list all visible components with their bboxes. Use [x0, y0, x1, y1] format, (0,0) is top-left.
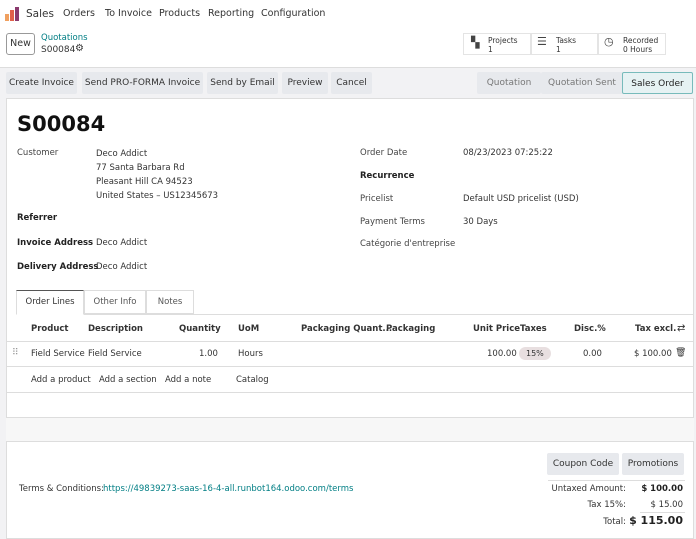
- stage-quotation[interactable]: Quotation: [477, 72, 541, 94]
- divider: [6, 392, 694, 393]
- tax-label: Tax 15%:: [587, 500, 626, 510]
- send-proforma-button[interactable]: Send PRO-FORMA Invoice: [82, 72, 203, 94]
- row-description[interactable]: Field Service: [88, 349, 142, 359]
- stage-sales-order[interactable]: Sales Order: [622, 72, 693, 94]
- pricelist-field[interactable]: Default USD pricelist (USD): [463, 194, 579, 204]
- gear-icon[interactable]: ⚙: [75, 43, 84, 54]
- divider: [6, 341, 694, 342]
- nav-configuration[interactable]: Configuration: [261, 8, 325, 19]
- tax-amount: $ 15.00: [650, 500, 683, 510]
- order-date-field[interactable]: 08/23/2023 07:25:22: [463, 148, 553, 158]
- total-amount: $ 115.00: [629, 514, 683, 527]
- order-title: S00084: [17, 112, 106, 136]
- stage-quotation-sent[interactable]: Quotation Sent: [541, 72, 623, 94]
- tasks-icon: ☰: [537, 35, 547, 48]
- recurrence-label: Recurrence: [360, 171, 415, 181]
- col-taxes[interactable]: Taxes: [520, 324, 547, 334]
- cancel-button[interactable]: Cancel: [331, 72, 372, 94]
- row-subtotal: $ 100.00: [634, 349, 672, 359]
- stat-label: Projects: [488, 36, 518, 45]
- new-button[interactable]: New: [6, 33, 35, 55]
- categorie-label: Catégorie d'entreprise: [360, 239, 456, 249]
- payment-terms-label: Payment Terms: [360, 217, 425, 227]
- row-tax-badge[interactable]: 15%: [519, 347, 551, 360]
- row-product[interactable]: Field Service: [31, 349, 85, 359]
- untaxed-label: Untaxed Amount:: [551, 484, 626, 494]
- stat-value: 1: [488, 45, 493, 54]
- add-product-link[interactable]: Add a product: [31, 375, 91, 385]
- coupon-code-button[interactable]: Coupon Code: [547, 453, 619, 475]
- stat-value: 1: [556, 45, 561, 54]
- col-packaging-qty[interactable]: Packaging Quant...: [301, 324, 392, 334]
- stat-label: Recorded: [623, 36, 659, 45]
- col-packaging[interactable]: Packaging: [386, 324, 435, 334]
- untaxed-amount: $ 100.00: [641, 484, 683, 494]
- total-label: Total:: [603, 517, 626, 527]
- referrer-label: Referrer: [17, 213, 58, 223]
- recorded-stat[interactable]: ◷ Recorded 0 Hours: [598, 33, 666, 55]
- address-line-2: Pleasant Hill CA 94523: [96, 177, 193, 187]
- col-description[interactable]: Description: [88, 324, 143, 334]
- col-uom[interactable]: UoM: [238, 324, 259, 334]
- catalog-link[interactable]: Catalog: [236, 375, 269, 385]
- address-line-3: United States – US12345673: [96, 191, 219, 201]
- col-quantity[interactable]: Quantity: [179, 324, 221, 334]
- clock-icon: ◷: [604, 35, 614, 48]
- column-settings-icon[interactable]: ⇄: [677, 323, 685, 334]
- app-name[interactable]: Sales: [26, 8, 54, 20]
- nav-to-invoice[interactable]: To Invoice: [105, 8, 152, 19]
- col-product[interactable]: Product: [31, 324, 69, 334]
- row-quantity[interactable]: 1.00: [199, 349, 218, 359]
- send-by-email-button[interactable]: Send by Email: [207, 72, 278, 94]
- top-nav: Sales Orders To Invoice Products Reporti…: [0, 0, 696, 28]
- nav-products[interactable]: Products: [159, 8, 200, 19]
- tab-other-info[interactable]: Other Info: [84, 290, 146, 314]
- row-discount[interactable]: 0.00: [583, 349, 602, 359]
- tab-notes[interactable]: Notes: [146, 290, 194, 314]
- divider: [640, 512, 685, 513]
- col-disc[interactable]: Disc.%: [574, 324, 606, 334]
- nav-orders[interactable]: Orders: [63, 8, 95, 19]
- stat-label: Tasks: [556, 36, 577, 45]
- terms-label: Terms & Conditions:: [19, 484, 104, 494]
- preview-button[interactable]: Preview: [282, 72, 328, 94]
- pricelist-label: Pricelist: [360, 194, 394, 204]
- projects-stat[interactable]: ▚ Projects 1: [463, 33, 531, 55]
- terms-link[interactable]: https://49839273-saas-16-4-all.runbot164…: [103, 484, 353, 494]
- address-line-1: 77 Santa Barbara Rd: [96, 163, 185, 173]
- invoice-address-label: Invoice Address: [17, 238, 94, 248]
- payment-terms-field[interactable]: 30 Days: [463, 217, 498, 227]
- record-name: S00084: [41, 45, 76, 55]
- create-invoice-button[interactable]: Create Invoice: [6, 72, 77, 94]
- add-note-link[interactable]: Add a note: [165, 375, 211, 385]
- tasks-stat[interactable]: ☰ Tasks 1: [531, 33, 598, 55]
- tab-order-lines[interactable]: Order Lines: [16, 290, 84, 315]
- col-unit-price[interactable]: Unit Price: [473, 324, 520, 334]
- customer-link[interactable]: Deco Addict: [96, 149, 147, 159]
- promotions-button[interactable]: Promotions: [622, 453, 684, 475]
- delivery-address-field[interactable]: Deco Addict: [96, 262, 147, 272]
- invoice-address-field[interactable]: Deco Addict: [96, 238, 147, 248]
- delete-icon[interactable]: 🗑: [675, 348, 686, 358]
- add-section-link[interactable]: Add a section: [99, 375, 157, 385]
- col-tax-excl[interactable]: Tax excl.: [635, 324, 676, 334]
- row-uom[interactable]: Hours: [238, 349, 263, 359]
- tabs-border: [16, 314, 694, 315]
- sales-logo-icon[interactable]: [5, 7, 19, 21]
- delivery-address-label: Delivery Address: [17, 262, 99, 272]
- divider: [6, 366, 694, 367]
- breadcrumb-quotations[interactable]: Quotations: [41, 33, 88, 43]
- nav-reporting[interactable]: Reporting: [208, 8, 254, 19]
- divider: [548, 480, 685, 481]
- projects-icon: ▚: [471, 36, 480, 49]
- order-date-label: Order Date: [360, 148, 408, 158]
- stat-value: 0 Hours: [623, 45, 653, 54]
- empty-row: [6, 417, 694, 442]
- customer-label: Customer: [17, 148, 59, 158]
- row-unit-price[interactable]: 100.00: [487, 349, 517, 359]
- drag-handle-icon[interactable]: ⠿: [12, 348, 19, 358]
